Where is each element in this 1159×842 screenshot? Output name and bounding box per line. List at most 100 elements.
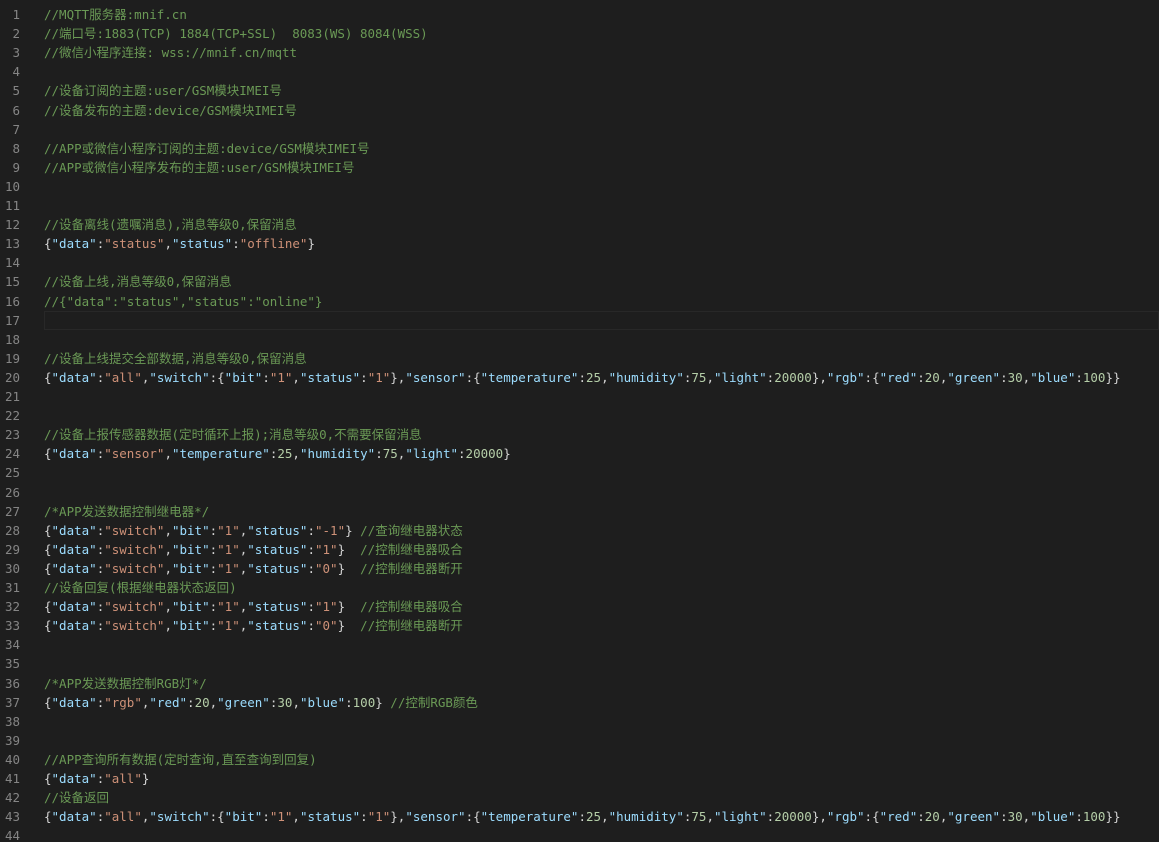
code-comment: //APP查询所有数据(定时查询,直至查询到回复) bbox=[44, 751, 317, 767]
json-key: "bit" bbox=[171, 618, 210, 634]
code-line[interactable]: 20 {"data":"all","switch":{"bit":"1","sta… bbox=[0, 368, 1159, 387]
json-punctuation: { bbox=[44, 809, 52, 825]
line-number: 28 bbox=[4, 522, 20, 538]
code-comment: //控制继电器吸合 bbox=[360, 541, 463, 557]
json-string: "all" bbox=[104, 771, 142, 786]
line-code: //设备返回 bbox=[44, 788, 109, 807]
code-line[interactable]: 37 {"data":"rgb","red":20,"green":30,"blu… bbox=[0, 693, 1159, 712]
json-key: "bit" bbox=[171, 541, 210, 557]
line-code: //APP或微信小程序订阅的主题:device/GSM模块IMEI号 bbox=[44, 139, 370, 158]
code-line[interactable]: 13 {"data":"status","status":"offline"} bbox=[0, 234, 1159, 253]
code-line[interactable]: 34 bbox=[0, 635, 1159, 654]
code-comment: //控制RGB颜色 bbox=[390, 694, 478, 710]
json-key: "status" bbox=[247, 618, 308, 634]
json-key: "light" bbox=[713, 809, 767, 825]
json-string: "switch" bbox=[104, 599, 165, 615]
line-number: 37 bbox=[4, 694, 20, 710]
json-punctuation: : bbox=[1075, 809, 1083, 825]
json-punctuation: : bbox=[917, 809, 925, 825]
code-line[interactable]: 38 bbox=[0, 712, 1159, 731]
code-line[interactable]: 9 //APP或微信小程序发布的主题:user/GSM模块IMEI号 bbox=[0, 158, 1159, 177]
code-line[interactable]: 10 bbox=[0, 177, 1159, 196]
code-editor[interactable]: 1 //MQTT服务器:mnif.cn 2 //端口号:1883(TCP) 1884(… bbox=[0, 0, 1159, 842]
code-line[interactable]: 4 bbox=[0, 62, 1159, 81]
line-number: 29 bbox=[4, 541, 20, 557]
code-comment: //端口号:1883(TCP) 1884(TCP+SSL) 8083(WS) 8… bbox=[44, 26, 428, 42]
code-line[interactable]: 12 //设备离线(遗嘱消息),消息等级0,保留消息 bbox=[0, 215, 1159, 234]
code-line[interactable]: 41 {"data":"all"} bbox=[0, 769, 1159, 788]
code-line[interactable]: 40 //APP查询所有数据(定时查询,直至查询到回复) bbox=[0, 750, 1159, 769]
json-key: "bit" bbox=[171, 522, 210, 538]
json-punctuation: { bbox=[44, 369, 52, 385]
code-line[interactable]: 39 bbox=[0, 731, 1159, 750]
code-line[interactable]: 3 //微信小程序连接: wss://mnif.cn/mqtt bbox=[0, 43, 1159, 62]
code-line[interactable]: 14 bbox=[0, 253, 1159, 272]
json-string: "switch" bbox=[104, 618, 165, 634]
code-line[interactable]: 42 //设备返回 bbox=[0, 788, 1159, 807]
json-string: "1" bbox=[217, 618, 240, 634]
line-number: 42 bbox=[4, 790, 20, 806]
code-comment: //设备上报传感器数据(定时循环上报);消息等级0,不需要保留消息 bbox=[44, 427, 422, 443]
code-line[interactable]: 2 //端口号:1883(TCP) 1884(TCP+SSL) 8083(WS) … bbox=[0, 24, 1159, 43]
json-punctuation: } bbox=[307, 236, 315, 252]
line-code: {"data":"switch","bit":"1","status":"1"}… bbox=[44, 597, 463, 616]
json-punctuation: , bbox=[706, 369, 714, 385]
code-line[interactable]: 27 /*APP发送数据控制继电器*/ bbox=[0, 502, 1159, 521]
code-line[interactable]: 28 {"data":"switch","bit":"1","status":"-… bbox=[0, 521, 1159, 540]
line-number: 25 bbox=[4, 465, 20, 481]
json-punctuation: { bbox=[44, 541, 52, 557]
json-key: "data" bbox=[51, 771, 97, 786]
code-line[interactable]: 19 //设备上线提交全部数据,消息等级0,保留消息 bbox=[0, 349, 1159, 368]
code-line[interactable]: 30 {"data":"switch","bit":"1","status":"0… bbox=[0, 559, 1159, 578]
line-number: 41 bbox=[4, 771, 20, 786]
code-line[interactable]: 5 //设备订阅的主题:user/GSM模块IMEI号 bbox=[0, 81, 1159, 100]
json-punctuation: : bbox=[578, 369, 586, 385]
json-punctuation: , bbox=[292, 809, 300, 825]
code-comment: //{"data":"status","status":"online"} bbox=[44, 293, 323, 309]
line-number: 20 bbox=[4, 369, 20, 385]
code-line[interactable]: 21 bbox=[0, 387, 1159, 406]
line-code: /*APP发送数据控制RGB灯*/ bbox=[44, 674, 207, 693]
json-number: 100 bbox=[1082, 809, 1106, 825]
json-key: "red" bbox=[879, 809, 918, 825]
code-line[interactable]: 31 //设备回复(根据继电器状态返回) bbox=[0, 578, 1159, 597]
line-number: 27 bbox=[4, 503, 20, 519]
line-code: {"data":"all"} bbox=[44, 769, 149, 788]
code-line[interactable]: 8 //APP或微信小程序订阅的主题:device/GSM模块IMEI号 bbox=[0, 139, 1159, 158]
json-string: "0" bbox=[315, 618, 338, 634]
code-line[interactable]: 17 bbox=[0, 310, 1159, 330]
code-line[interactable]: 23 //设备上报传感器数据(定时循环上报);消息等级0,不需要保留消息 bbox=[0, 425, 1159, 444]
code-line[interactable]: 35 bbox=[0, 654, 1159, 673]
code-line[interactable]: 26 bbox=[0, 483, 1159, 502]
code-line[interactable]: 16 //{"data":"status","status":"online"} bbox=[0, 292, 1159, 311]
code-line[interactable]: 29 {"data":"switch","bit":"1","status":"1… bbox=[0, 540, 1159, 559]
json-string: "switch" bbox=[104, 541, 165, 557]
code-line[interactable]: 18 bbox=[0, 330, 1159, 349]
code-line[interactable]: 6 //设备发布的主题:device/GSM模块IMEI号 bbox=[0, 101, 1159, 120]
json-string: "switch" bbox=[104, 522, 165, 538]
line-number: 40 bbox=[4, 751, 20, 767]
line-number: 4 bbox=[12, 64, 20, 80]
json-punctuation: } bbox=[337, 618, 361, 634]
line-code: {"data":"all","switch":{"bit":"1","statu… bbox=[44, 807, 1121, 826]
code-line[interactable]: 22 bbox=[0, 406, 1159, 425]
code-line[interactable]: 33 {"data":"switch","bit":"1","status":"0… bbox=[0, 616, 1159, 635]
code-line[interactable]: 43 {"data":"all","switch":{"bit":"1","sta… bbox=[0, 807, 1159, 826]
code-line[interactable]: 24 {"data":"sensor","temperature":25,"hum… bbox=[0, 444, 1159, 463]
json-key: "rgb" bbox=[826, 369, 865, 385]
json-key: "sensor" bbox=[405, 369, 466, 385]
json-key: "data" bbox=[51, 809, 97, 825]
code-line[interactable]: 36 /*APP发送数据控制RGB灯*/ bbox=[0, 674, 1159, 693]
json-string: "1" bbox=[367, 809, 391, 825]
code-line[interactable]: 44 bbox=[0, 826, 1159, 842]
json-key: "red" bbox=[149, 694, 188, 710]
code-line[interactable]: 32 {"data":"switch","bit":"1","status":"1… bbox=[0, 597, 1159, 616]
code-line[interactable]: 7 bbox=[0, 120, 1159, 139]
code-line[interactable]: 11 bbox=[0, 196, 1159, 215]
code-line[interactable]: 15 //设备上线,消息等级0,保留消息 bbox=[0, 272, 1159, 291]
line-code: {"data":"sensor","temperature":25,"humid… bbox=[44, 444, 511, 463]
code-line[interactable]: 25 bbox=[0, 463, 1159, 482]
json-punctuation: :{ bbox=[209, 369, 225, 385]
code-line[interactable]: 1 //MQTT服务器:mnif.cn bbox=[0, 5, 1159, 24]
json-punctuation: : bbox=[307, 522, 315, 538]
